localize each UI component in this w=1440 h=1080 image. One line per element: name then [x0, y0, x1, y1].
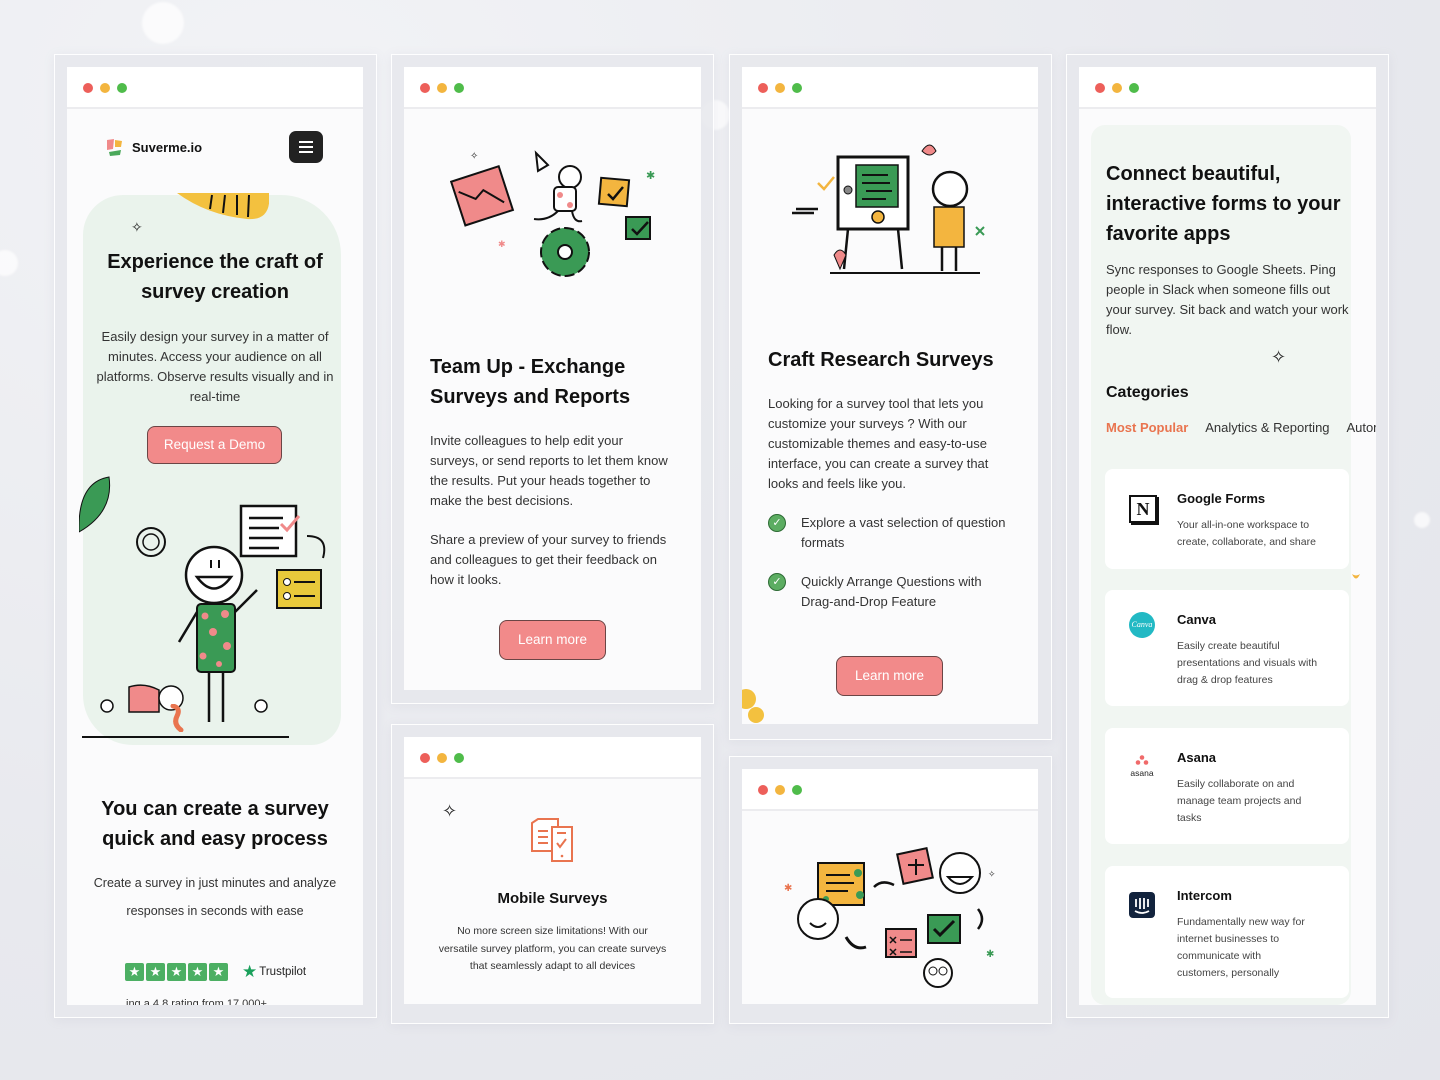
- window-chrome: [742, 769, 1038, 811]
- mobile-surveys-title: Mobile Surveys: [497, 890, 608, 907]
- close-dot[interactable]: [758, 83, 768, 93]
- decor-bubble: [142, 2, 184, 44]
- trustpilot-rating[interactable]: ★ ★ ★ ★ ★ ★ Trustpilot: [125, 962, 306, 982]
- svg-text:✧: ✧: [470, 151, 478, 162]
- app-card-intercom[interactable]: Intercom Fundamentally new way for inter…: [1105, 866, 1349, 998]
- mobile-window-team: ✧ ✱ ✱ Team Up - Exchange Surveys and Rep…: [404, 67, 701, 690]
- asana-logo-icon: asana: [1125, 752, 1159, 780]
- sparkle-icon: ✧: [1271, 347, 1287, 367]
- star-icon: ★: [167, 963, 186, 981]
- app-card-asana[interactable]: asana Asana Easily collaborate on and ma…: [1105, 728, 1349, 844]
- hero-illustration: [79, 476, 326, 738]
- tab-automation[interactable]: Autom: [1346, 420, 1376, 435]
- svg-text:✱: ✱: [498, 239, 506, 249]
- window-chrome: [404, 67, 701, 109]
- decor-flower: [742, 689, 764, 723]
- mobile-window-research: Craft Research Surveys Looking for a sur…: [742, 67, 1038, 724]
- svg-text:✱: ✱: [784, 883, 792, 894]
- maximize-dot[interactable]: [454, 83, 464, 93]
- notion-logo-icon: N: [1129, 495, 1157, 523]
- integrations-title: Connect beautiful, interactive forms to …: [1106, 163, 1341, 245]
- suverme-logo-icon: [107, 139, 122, 156]
- mobile-window-integrations: Connect beautiful, interactive forms to …: [1079, 67, 1376, 1005]
- canva-logo-icon: Canva: [1129, 612, 1155, 638]
- integrations-description: Sync responses to Google Sheets. Ping pe…: [1106, 262, 1349, 337]
- svg-text:✱: ✱: [986, 949, 994, 960]
- minimize-dot[interactable]: [1112, 83, 1122, 93]
- maximize-dot[interactable]: [1129, 83, 1139, 93]
- mobile-survey-icon: [531, 818, 573, 862]
- decor-yellow-petal: [1352, 574, 1360, 579]
- star-icon: ★: [209, 963, 228, 981]
- window-chrome: [67, 67, 363, 109]
- maximize-dot[interactable]: [792, 785, 802, 795]
- minimize-dot[interactable]: [775, 785, 785, 795]
- team-illustration: ✧ ✱ ✱: [450, 150, 655, 277]
- close-dot[interactable]: [420, 83, 430, 93]
- svg-text:✧: ✧: [988, 869, 996, 879]
- tab-most-popular[interactable]: Most Popular: [1106, 420, 1188, 435]
- star-icon: ★: [146, 963, 165, 981]
- section-title: You can create a survey quick and easy p…: [101, 798, 329, 850]
- category-tabs: Most Popular Analytics & Reporting Autom: [1106, 420, 1376, 435]
- brand-name[interactable]: Suverme.io: [132, 140, 202, 155]
- rating-caption-cutoff: …ing a 4.8 rating from 17,000+: [115, 998, 267, 1005]
- star-icon: ★: [125, 963, 144, 981]
- learn-more-button[interactable]: Learn more: [836, 656, 943, 696]
- mobile-surveys-description: No more screen size limitations! With ou…: [438, 925, 667, 972]
- decor-yellow-shape: [177, 193, 269, 220]
- feedback-cycle-illustration: ✱ ✱ ✧: [784, 847, 996, 988]
- close-dot[interactable]: [758, 785, 768, 795]
- sparkle-icon: ✧: [131, 219, 143, 235]
- learn-more-button[interactable]: Learn more: [499, 620, 606, 660]
- svg-text:✱: ✱: [646, 170, 655, 182]
- app-card-canva[interactable]: Canva Canva Easily create beautiful pres…: [1105, 590, 1349, 706]
- close-dot[interactable]: [83, 83, 93, 93]
- close-dot[interactable]: [420, 753, 430, 763]
- mobile-window-home: Suverme.io ✧ Experience the craft of sur…: [67, 67, 363, 1005]
- minimize-dot[interactable]: [100, 83, 110, 93]
- hero-title: Experience the craft of survey creation: [107, 251, 323, 303]
- trustpilot-star-icon: ★: [242, 962, 258, 981]
- section-description: Create a survey in just minutes and anal…: [93, 876, 337, 918]
- window-chrome: [742, 67, 1038, 109]
- close-dot[interactable]: [1095, 83, 1105, 93]
- maximize-dot[interactable]: [454, 753, 464, 763]
- minimize-dot[interactable]: [775, 83, 785, 93]
- window-chrome: [404, 737, 701, 779]
- check-circle-icon: ✓: [768, 573, 786, 591]
- menu-button[interactable]: [289, 131, 323, 163]
- mobile-window-feedback: ✱ ✱ ✧: [742, 769, 1038, 1004]
- trustpilot-label: Trustpilot: [259, 966, 307, 978]
- mobile-window-mobile-surveys: ✧ Mobile Surveys No more screen size lim…: [404, 737, 701, 1004]
- sparkle-icon: ✧: [442, 801, 458, 821]
- research-description: Looking for a survey tool that lets you …: [768, 396, 989, 491]
- request-demo-button[interactable]: Request a Demo: [147, 426, 282, 464]
- minimize-dot[interactable]: [437, 83, 447, 93]
- research-illustration: [792, 144, 985, 274]
- brand-logo[interactable]: [105, 137, 125, 157]
- team-title: Team Up - Exchange Surveys and Reports: [430, 356, 631, 408]
- team-paragraph-1: Invite colleagues to help edit your surv…: [430, 433, 668, 508]
- minimize-dot[interactable]: [437, 753, 447, 763]
- research-title: Craft Research Surveys: [768, 349, 994, 371]
- app-card-google-forms[interactable]: N Google Forms Your all-in-one workspace…: [1105, 469, 1349, 569]
- decor-bubble: [1414, 512, 1430, 528]
- categories-heading: Categories: [1106, 384, 1189, 401]
- maximize-dot[interactable]: [117, 83, 127, 93]
- check-circle-icon: ✓: [768, 514, 786, 532]
- maximize-dot[interactable]: [792, 83, 802, 93]
- team-paragraph-2: Share a preview of your survey to friend…: [430, 532, 667, 587]
- decor-bubble: [0, 250, 18, 276]
- intercom-logo-icon: [1129, 892, 1155, 918]
- tab-analytics-reporting[interactable]: Analytics & Reporting: [1205, 420, 1329, 435]
- hero-description: Easily design your survey in a matter of…: [96, 329, 334, 404]
- star-icon: ★: [188, 963, 207, 981]
- window-chrome: [1079, 67, 1376, 109]
- decor-worm: [170, 704, 184, 732]
